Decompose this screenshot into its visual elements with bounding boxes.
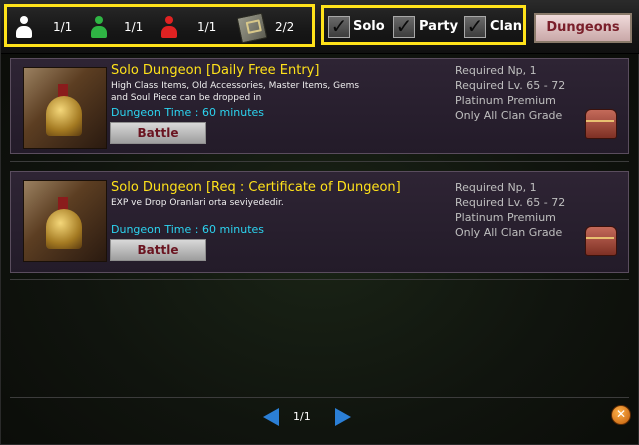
solo-checkbox[interactable]: ✓ (328, 16, 350, 38)
party-label: Party (419, 19, 459, 34)
dungeon-time: Dungeon Time : 60 minutes (111, 223, 265, 236)
reward-chest-icon[interactable] (585, 226, 617, 256)
dungeon-requirements: Required Np, 1 Required Lv. 65 - 72 Plat… (455, 63, 565, 123)
dungeon-requirements: Required Np, 1 Required Lv. 65 - 72 Plat… (455, 180, 565, 240)
dungeon-window: 1/1 1/1 1/1 2/2 ✓ Solo ✓ Party ✓ Clan Du… (0, 0, 639, 445)
requirement-premium: Platinum Premium (455, 211, 556, 224)
filter-group: ✓ Solo ✓ Party ✓ Clan (321, 5, 526, 45)
green-person-icon (90, 16, 108, 40)
battle-button[interactable]: Battle (110, 122, 206, 144)
requirement-clan: Only All Clan Grade (455, 109, 563, 122)
page-indicator: 1/1 (293, 410, 311, 423)
party-checkbox[interactable]: ✓ (393, 16, 415, 38)
white-person-icon (15, 16, 33, 40)
pagination: 1/1 (1, 397, 639, 437)
solo-label: Solo (353, 19, 385, 34)
close-icon[interactable]: ✕ (611, 405, 631, 425)
dungeon-title: Solo Dungeon [Daily Free Entry] (111, 63, 320, 78)
divider (10, 279, 629, 280)
top-bar: 1/1 1/1 1/1 2/2 ✓ Solo ✓ Party ✓ Clan Du… (1, 1, 639, 54)
clan-checkbox[interactable]: ✓ (464, 16, 486, 38)
clan-label: Clan (490, 19, 523, 34)
white-count: 1/1 (53, 20, 73, 34)
dungeon-time: Dungeon Time : 60 minutes (111, 106, 265, 119)
member-counts: 1/1 1/1 1/1 2/2 (4, 4, 315, 47)
dungeon-entry: Solo Dungeon [Req : Certificate of Dunge… (10, 171, 629, 273)
dungeon-entry: Solo Dungeon [Daily Free Entry] High Cla… (10, 58, 629, 154)
reward-chest-icon[interactable] (585, 109, 617, 139)
red-count: 1/1 (197, 20, 217, 34)
requirement-np: Required Np, 1 (455, 181, 537, 194)
requirement-clan: Only All Clan Grade (455, 226, 563, 239)
dungeon-description: High Class Items, Old Accessories, Maste… (111, 81, 360, 103)
previous-page-arrow-icon[interactable] (263, 408, 279, 426)
dungeons-button[interactable]: Dungeons (534, 13, 632, 43)
requirement-level: Required Lv. 65 - 72 (455, 79, 566, 92)
battle-button[interactable]: Battle (110, 239, 206, 261)
red-person-icon (160, 16, 178, 40)
dungeon-scroll-icon (23, 180, 107, 262)
requirement-level: Required Lv. 65 - 72 (455, 196, 566, 209)
green-count: 1/1 (124, 20, 144, 34)
dungeon-scroll-icon (23, 67, 107, 149)
dungeon-description: EXP ve Drop Oranlari orta seviyededir. (111, 198, 284, 208)
letter-count: 2/2 (275, 20, 295, 34)
divider (10, 161, 629, 162)
next-page-arrow-icon[interactable] (335, 408, 351, 426)
dungeon-title: Solo Dungeon [Req : Certificate of Dunge… (111, 180, 401, 195)
letter-icon (236, 12, 268, 44)
requirement-premium: Platinum Premium (455, 94, 556, 107)
requirement-np: Required Np, 1 (455, 64, 537, 77)
